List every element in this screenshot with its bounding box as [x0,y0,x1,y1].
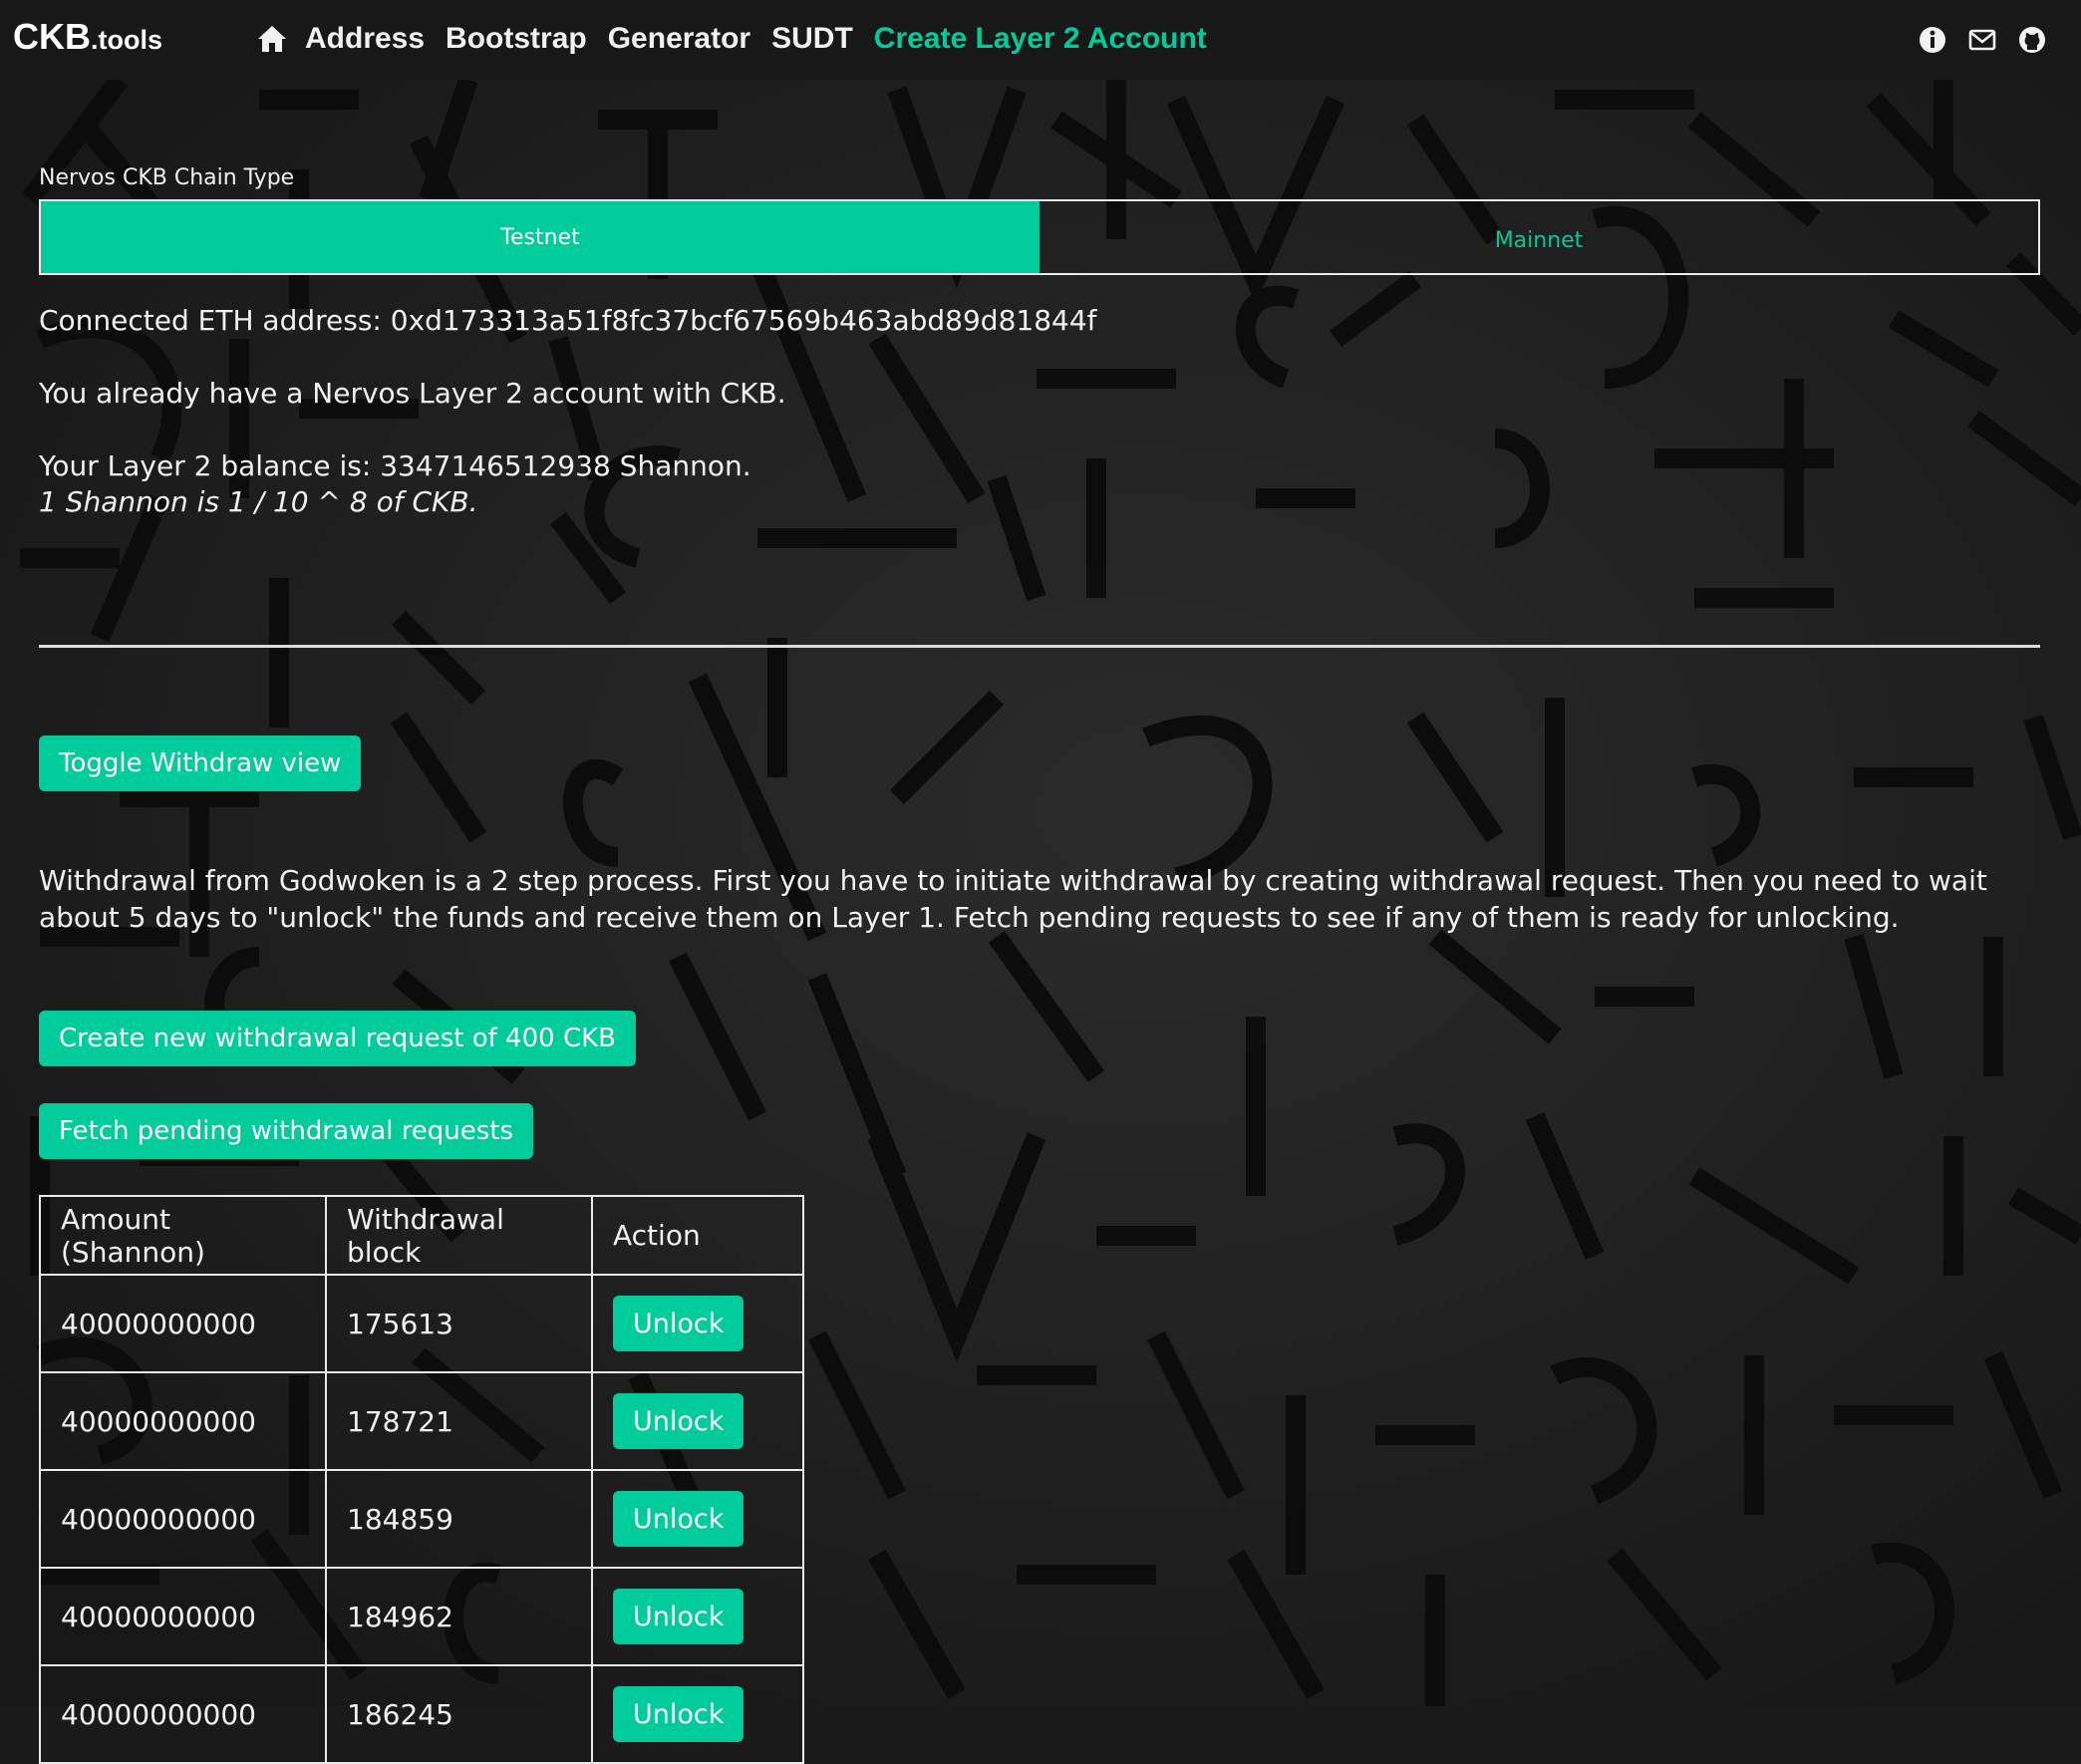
top-navbar: CKB.tools Address Bootstrap Generator SU… [0,0,2081,80]
envelope-icon[interactable] [1967,25,1997,55]
layer2-balance: Your Layer 2 balance is: 3347146512938 S… [39,449,751,482]
home-icon[interactable] [255,22,289,56]
amount-cell: 40000000000 [39,1371,327,1471]
header-withdrawal-block: Withdrawal block [325,1195,593,1276]
table-row: 40000000000 175613 Unlock [39,1274,804,1373]
action-cell: Unlock [591,1567,804,1666]
header-icons [1918,25,2047,55]
nav-bootstrap[interactable]: Bootstrap [446,18,587,60]
pending-withdrawals-table: Amount (Shannon) Withdrawal block Action… [39,1195,804,1764]
action-cell: Unlock [591,1469,804,1569]
block-cell: 178721 [325,1371,593,1471]
github-icon[interactable] [2017,25,2047,55]
brand-logo[interactable]: CKB.tools [13,16,162,58]
unlock-button[interactable]: Unlock [613,1393,744,1449]
action-cell: Unlock [591,1371,804,1471]
mainnet-option[interactable]: Mainnet [1040,201,2038,273]
block-cell: 186245 [325,1664,593,1764]
connected-eth-address: Connected ETH address: 0xd173313a51f8fc3… [39,304,1097,337]
block-cell: 184962 [325,1567,593,1666]
table-row: 40000000000 184859 Unlock [39,1469,804,1569]
section-divider [39,645,2040,648]
info-icon[interactable] [1918,25,1947,55]
unlock-button[interactable]: Unlock [613,1686,744,1742]
shannon-unit-note: 1 Shannon is 1 / 10 ^ 8 of CKB. [39,485,478,518]
withdrawal-description: Withdrawal from Godwoken is a 2 step pro… [39,864,1987,934]
nav-generator[interactable]: Generator [608,18,750,60]
table-header-row: Amount (Shannon) Withdrawal block Action [39,1195,804,1276]
nav-create-layer2-account[interactable]: Create Layer 2 Account [874,18,1207,60]
chain-type-selector: Testnet Mainnet [39,199,2040,275]
table-row: 40000000000 186245 Unlock [39,1664,804,1764]
brand-tools: .tools [91,25,162,55]
main-nav: Address Bootstrap Generator SUDT Create … [255,18,1228,60]
amount-cell: 40000000000 [39,1274,327,1373]
amount-cell: 40000000000 [39,1664,327,1764]
unlock-button[interactable]: Unlock [613,1296,744,1351]
header-action: Action [591,1195,804,1276]
table-row: 40000000000 178721 Unlock [39,1371,804,1471]
block-cell: 175613 [325,1274,593,1373]
nav-address[interactable]: Address [305,18,425,60]
block-cell: 184859 [325,1469,593,1569]
layer2-account-status: You already have a Nervos Layer 2 accoun… [39,377,786,410]
testnet-option[interactable]: Testnet [41,201,1040,273]
nav-sudt[interactable]: SUDT [771,18,853,60]
brand-ckb: CKB [13,16,91,57]
amount-cell: 40000000000 [39,1469,327,1569]
create-withdrawal-request-button[interactable]: Create new withdrawal request of 400 CKB [39,1011,636,1066]
table-row: 40000000000 184962 Unlock [39,1567,804,1666]
unlock-button[interactable]: Unlock [613,1491,744,1547]
action-cell: Unlock [591,1274,804,1373]
fetch-pending-requests-button[interactable]: Fetch pending withdrawal requests [39,1103,534,1159]
amount-cell: 40000000000 [39,1567,327,1666]
header-amount: Amount (Shannon) [39,1195,327,1276]
toggle-withdraw-view-button[interactable]: Toggle Withdraw view [39,735,362,791]
unlock-button[interactable]: Unlock [613,1589,744,1644]
chain-type-label: Nervos CKB Chain Type [39,165,295,190]
action-cell: Unlock [591,1664,804,1764]
